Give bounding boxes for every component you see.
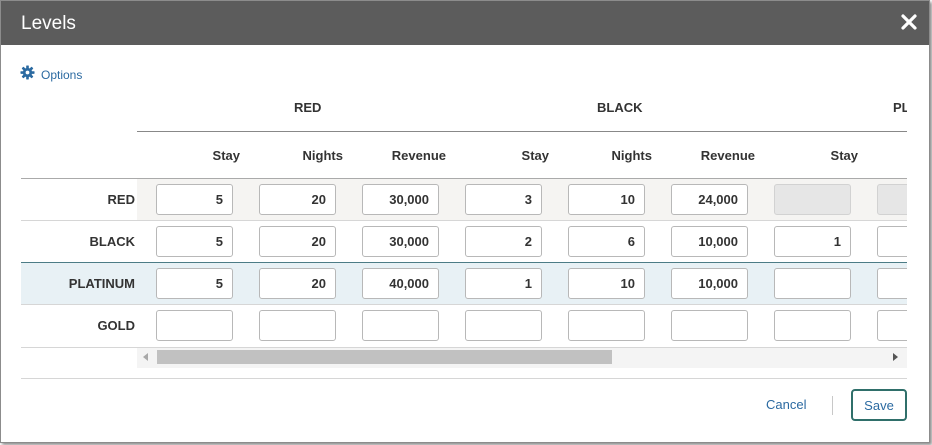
- dialog-titlebar: Levels: [1, 1, 929, 45]
- row-headers: RED BLACK PLATINUM GOLD: [21, 89, 137, 371]
- level-value-input[interactable]: [671, 268, 748, 299]
- level-value-input[interactable]: [362, 310, 439, 341]
- close-icon[interactable]: [897, 10, 921, 34]
- column-header: Revenue: [391, 148, 446, 163]
- table-row: [137, 220, 907, 263]
- table-row: [137, 262, 907, 305]
- level-value-input[interactable]: [156, 310, 233, 341]
- cancel-button[interactable]: Cancel: [766, 397, 806, 412]
- options-link[interactable]: Options: [20, 65, 83, 85]
- level-value-input[interactable]: [568, 310, 645, 341]
- level-value-input[interactable]: [156, 184, 233, 215]
- row-header: GOLD: [21, 304, 137, 346]
- row-header: BLACK: [21, 220, 137, 262]
- level-value-input[interactable]: [877, 268, 907, 299]
- level-value-input[interactable]: [568, 226, 645, 257]
- column-header: Revenue: [700, 148, 755, 163]
- level-value-input[interactable]: [156, 226, 233, 257]
- level-value-input[interactable]: [568, 268, 645, 299]
- grid-scroll-area[interactable]: RED BLACK PLAT Stay Nights Revenue Stay Nights…: [137, 89, 907, 371]
- level-value-input[interactable]: [877, 184, 907, 215]
- level-value-input[interactable]: [259, 184, 336, 215]
- level-value-input[interactable]: [156, 268, 233, 299]
- level-value-input[interactable]: [259, 268, 336, 299]
- table-row: [137, 178, 907, 221]
- scrollbar-thumb[interactable]: [157, 350, 612, 364]
- horizontal-scrollbar[interactable]: [137, 348, 907, 368]
- level-value-input[interactable]: [465, 184, 542, 215]
- level-value-input[interactable]: [877, 226, 907, 257]
- dialog-title: Levels: [21, 13, 76, 34]
- footer-divider: [21, 378, 907, 379]
- column-header: Stay: [521, 148, 549, 163]
- scroll-right-icon[interactable]: [893, 353, 898, 361]
- level-value-input[interactable]: [465, 268, 542, 299]
- level-value-input[interactable]: [362, 184, 439, 215]
- level-value-input[interactable]: [259, 226, 336, 257]
- column-header: Stay: [212, 148, 240, 163]
- group-header: PLAT: [893, 100, 907, 115]
- group-header: RED: [294, 100, 322, 115]
- level-value-input[interactable]: [671, 310, 748, 341]
- level-value-input[interactable]: [774, 310, 851, 341]
- gear-icon: [20, 65, 35, 85]
- row-header: RED: [21, 178, 137, 220]
- row-header: PLATINUM: [21, 262, 137, 305]
- sub-header-row: Stay Nights Revenue Stay Nights Revenue Stay: [137, 132, 907, 178]
- levels-dialog: Levels Options RED BLACK PLATINUM GOLD R…: [0, 0, 930, 443]
- level-value-input[interactable]: [568, 184, 645, 215]
- level-value-input[interactable]: [774, 184, 851, 215]
- level-value-input[interactable]: [877, 310, 907, 341]
- level-value-input[interactable]: [259, 310, 336, 341]
- level-value-input[interactable]: [671, 184, 748, 215]
- grid-inner: RED BLACK PLAT Stay Nights Revenue Stay Nights…: [137, 89, 907, 348]
- level-value-input[interactable]: [362, 226, 439, 257]
- group-header-row: RED BLACK PLAT: [137, 89, 907, 132]
- level-value-input[interactable]: [774, 268, 851, 299]
- level-value-input[interactable]: [362, 268, 439, 299]
- column-header: Nights: [302, 148, 343, 163]
- row-headers-bottom-border: [21, 347, 137, 348]
- scroll-left-icon[interactable]: [143, 353, 148, 361]
- level-value-input[interactable]: [774, 226, 851, 257]
- level-value-input[interactable]: [465, 310, 542, 341]
- table-row: [137, 304, 907, 348]
- column-header: Stay: [830, 148, 858, 163]
- levels-grid: REDBLACKPLATINUMGOLD REDBLACKPLAT StayNi…: [21, 89, 907, 371]
- options-label: Options: [41, 68, 83, 82]
- level-value-input[interactable]: [671, 226, 748, 257]
- button-separator: [832, 396, 833, 415]
- level-value-input[interactable]: [465, 226, 542, 257]
- save-button[interactable]: Save: [851, 389, 907, 421]
- group-header: BLACK: [597, 100, 643, 115]
- column-header: Nights: [611, 148, 652, 163]
